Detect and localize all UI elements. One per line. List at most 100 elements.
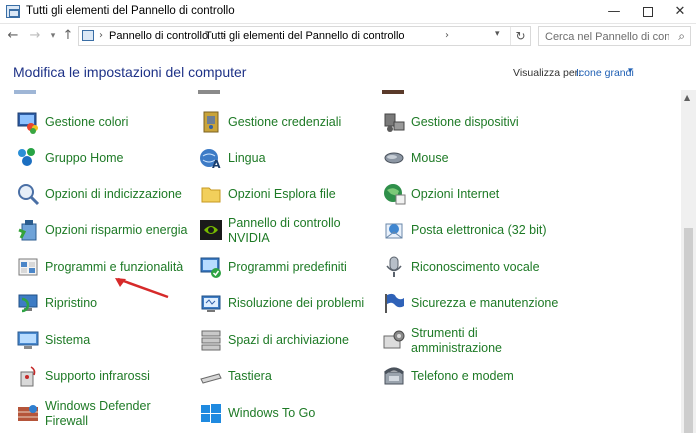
search-input[interactable] <box>539 28 669 46</box>
item-homegroup[interactable]: Gruppo Home <box>16 144 192 174</box>
item-label: Strumenti di amministrazione <box>411 326 503 355</box>
item-label: Programmi predefiniti <box>228 260 347 274</box>
mail-icon <box>385 223 403 239</box>
breadcrumb-separator[interactable]: › <box>445 30 449 41</box>
item-label: Ripristino <box>45 296 98 310</box>
item-label: Riconoscimento vocale <box>411 260 540 274</box>
search-icon[interactable]: ⌕ <box>678 29 685 44</box>
item-file-explorer-options[interactable]: Opzioni Esplora file <box>199 180 375 210</box>
item-admin-tools[interactable]: Strumenti di amministrazione <box>382 326 558 356</box>
page-title: Modifica le impostazioni del computer <box>13 64 247 80</box>
item-label: Risoluzione dei problemi <box>228 296 365 310</box>
refresh-button[interactable]: ↻ <box>510 27 530 45</box>
item-language[interactable]: A Lingua <box>199 144 375 174</box>
view-by-label: Visualizza per: <box>513 67 582 79</box>
address-dropdown-button[interactable]: ▾ <box>495 29 500 39</box>
item-label: Opzioni Internet <box>411 187 500 201</box>
back-button[interactable]: ← <box>5 27 21 45</box>
vertical-scrollbar[interactable]: ▲ <box>681 90 696 433</box>
item-label: Gestione credenziali <box>228 115 342 129</box>
cropped-icon <box>382 90 404 94</box>
firewall-icon <box>18 405 38 421</box>
item-nvidia-control-panel[interactable]: Pannello di controllo NVIDIA <box>199 216 375 246</box>
minimize-button[interactable]: — <box>596 0 632 24</box>
view-by-caret-icon[interactable]: ▾ <box>628 66 633 76</box>
breadcrumb-all-items[interactable]: Tutti gli elementi del Pannello di contr… <box>205 30 405 42</box>
svg-text:A: A <box>212 158 221 170</box>
item-mail[interactable]: Posta elettronica (32 bit) <box>382 216 558 246</box>
internet-options-icon <box>384 184 406 205</box>
phone-modem-icon <box>384 367 404 385</box>
item-windows-to-go[interactable]: Windows To Go <box>199 399 375 429</box>
system-icon <box>17 331 39 349</box>
search-box[interactable]: ⌕ <box>538 26 691 46</box>
maximize-button[interactable] <box>630 0 666 24</box>
item-label: Programmi e funzionalità <box>45 260 184 274</box>
item-label: Windows Defender Firewall <box>45 399 151 428</box>
close-button[interactable]: ✕ <box>662 0 696 24</box>
control-panel-small-icon <box>82 30 94 41</box>
item-firewall[interactable]: Windows Defender Firewall <box>16 399 192 429</box>
item-default-programs[interactable]: Programmi predefiniti <box>199 253 375 283</box>
programs-features-icon <box>18 258 38 276</box>
item-label: Gruppo Home <box>45 151 124 165</box>
item-speech-recognition[interactable]: Riconoscimento vocale <box>382 253 558 283</box>
indexing-options-icon <box>18 184 40 206</box>
item-label: Gestione dispositivi <box>411 115 519 129</box>
speech-recognition-icon <box>386 256 402 277</box>
scroll-thumb[interactable] <box>684 228 693 433</box>
item-phone-modem[interactable]: Telefono e modem <box>382 362 558 392</box>
item-power-options[interactable]: Opzioni risparmio energia <box>16 216 192 246</box>
item-indexing-options[interactable]: Opzioni di indicizzazione <box>16 180 192 210</box>
item-security-maintenance[interactable]: Sicurezza e manutenzione <box>382 289 558 319</box>
item-troubleshooting[interactable]: Risoluzione dei problemi <box>199 289 375 319</box>
item-label: Sicurezza e manutenzione <box>411 296 559 310</box>
content-header: Modifica le impostazioni del computer Vi… <box>0 48 696 90</box>
storage-spaces-icon <box>201 330 221 351</box>
annotation-arrow <box>115 277 169 299</box>
nvidia-icon <box>200 220 222 240</box>
recovery-icon <box>18 294 38 313</box>
troubleshooting-icon <box>201 295 221 312</box>
item-label: Supporto infrarossi <box>45 369 150 383</box>
item-label: Lingua <box>228 151 266 165</box>
item-infrared[interactable]: Supporto infrarossi <box>16 362 192 392</box>
up-button[interactable]: ↑ <box>60 27 76 45</box>
device-manager-icon <box>384 113 405 132</box>
recent-locations-button[interactable]: ▾ <box>45 27 61 45</box>
item-label: Spazi di archiviazione <box>228 333 349 347</box>
navigation-bar: ← → ▾ ↑ › Pannello di controllo › Tutti … <box>0 24 696 48</box>
item-label: Posta elettronica (32 bit) <box>411 223 547 237</box>
item-device-manager[interactable]: Gestione dispositivi <box>382 108 558 138</box>
keyboard-icon <box>200 373 222 384</box>
admin-tools-icon <box>383 330 405 349</box>
item-label: Opzioni risparmio energia <box>45 223 188 237</box>
item-color-management[interactable]: Gestione colori <box>16 108 192 138</box>
item-label: Windows To Go <box>228 406 316 420</box>
item-keyboard[interactable]: Tastiera <box>199 362 375 392</box>
windows-to-go-icon <box>201 404 221 423</box>
scroll-up-icon[interactable]: ▲ <box>684 93 690 102</box>
file-explorer-options-icon <box>201 187 221 203</box>
item-label: Sistema <box>45 333 91 347</box>
address-bar[interactable]: › Pannello di controllo › Tutti gli elem… <box>78 26 531 46</box>
item-label: Pannello di controllo NVIDIA <box>228 216 341 245</box>
power-options-icon <box>18 220 37 241</box>
item-storage-spaces[interactable]: Spazi di archiviazione <box>199 326 375 356</box>
item-label: Gestione colori <box>45 115 129 129</box>
default-programs-icon <box>200 257 221 278</box>
item-mouse[interactable]: Mouse <box>382 144 558 174</box>
item-label: Telefono e modem <box>411 369 514 383</box>
item-internet-options[interactable]: Opzioni Internet <box>382 180 558 210</box>
mouse-icon <box>384 152 404 164</box>
control-panel-icon <box>6 5 20 18</box>
item-label: Opzioni Esplora file <box>228 187 336 201</box>
item-credential-manager[interactable]: Gestione credenziali <box>199 108 375 138</box>
forward-button[interactable]: → <box>27 27 43 45</box>
breadcrumb-separator[interactable]: › <box>99 30 103 41</box>
breadcrumb-control-panel[interactable]: Pannello di controllo <box>109 30 208 42</box>
item-system[interactable]: Sistema <box>16 326 192 356</box>
homegroup-icon <box>18 148 35 166</box>
language-icon: A <box>200 149 221 170</box>
view-by-dropdown[interactable]: Icone grandi <box>576 67 634 79</box>
